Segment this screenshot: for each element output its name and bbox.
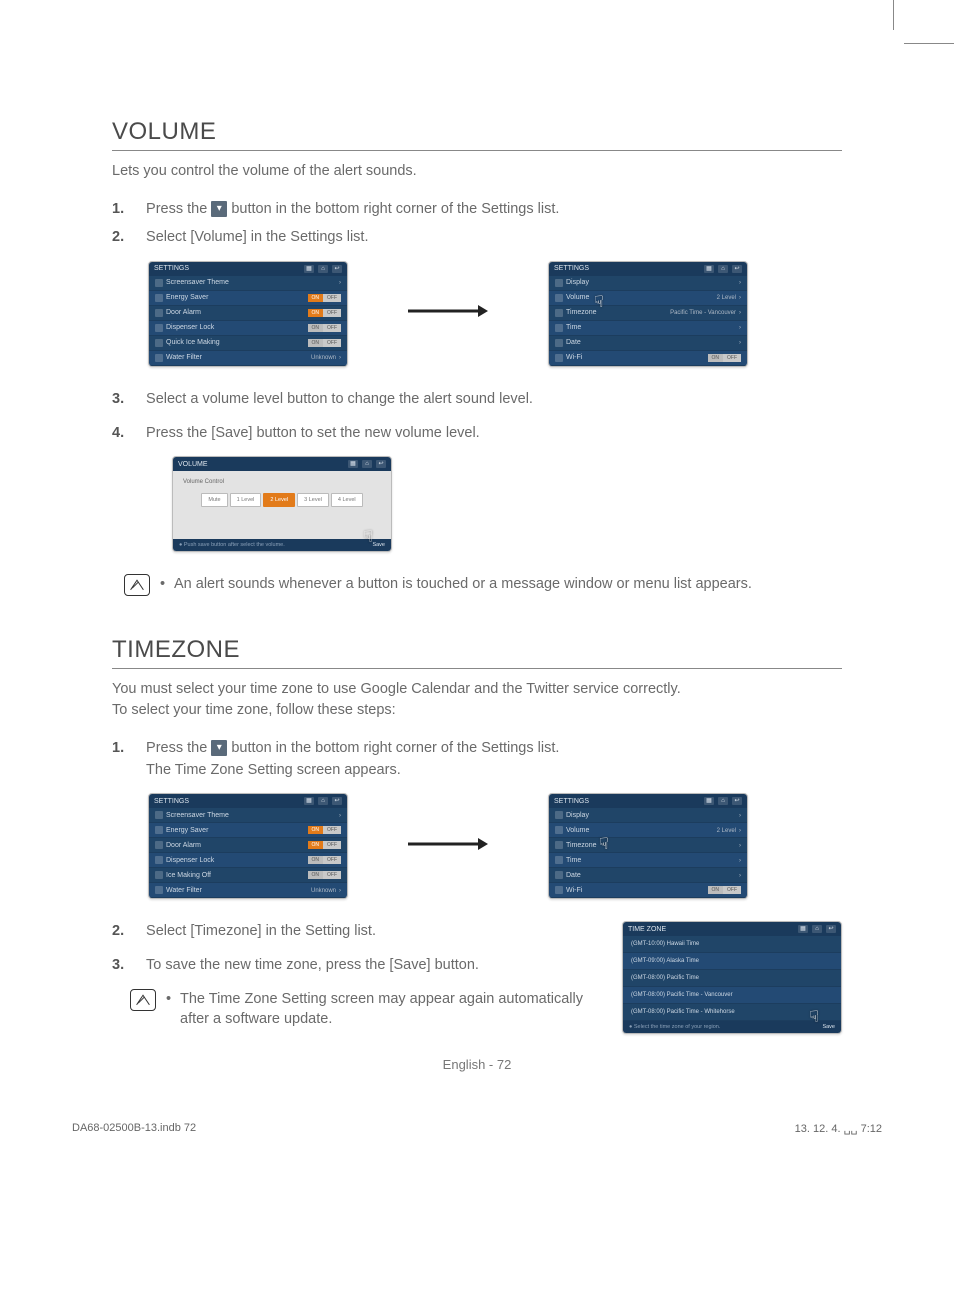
settings-screenshot-d: SETTINGS ▦⌂↩ Display›Volume2 Level›Timez…: [548, 793, 748, 899]
save-button[interactable]: Save: [372, 542, 385, 548]
step-1: 1. Press the ▾ button in the bottom righ…: [112, 199, 842, 221]
date-icon: [555, 339, 563, 347]
step-3: 3. Select a volume level button to chang…: [112, 389, 842, 411]
ice-icon: [155, 871, 163, 879]
settings-row[interactable]: Timezone›: [549, 838, 747, 853]
home-icon: ⌂: [318, 265, 328, 273]
page-footer: English - 72: [112, 1057, 842, 1072]
display-icon: [555, 811, 563, 819]
volume-icon: [555, 294, 563, 302]
settings-row[interactable]: Energy SaverONOFF: [149, 823, 347, 838]
volume-screenshot: VOLUME ▦⌂↩ Volume Control Mute1 Level2 L…: [172, 456, 392, 552]
doc-filename: DA68-02500B-13.indb 72: [72, 1122, 196, 1135]
arrow-right-icon: [388, 836, 508, 857]
volume-icon: [555, 826, 563, 834]
timezone-screenshot: TIME ZONE ▦⌂↩ (GMT-10:00) Hawaii Time(GM…: [622, 921, 842, 1034]
settings-row[interactable]: Volume2 Level›: [549, 291, 747, 306]
settings-row[interactable]: TimezonePacific Time - Vancouver›: [549, 306, 747, 321]
screensaver-icon: [155, 811, 163, 819]
timezone-option[interactable]: (GMT-08:00) Pacific Time - Whitehorse: [623, 1004, 841, 1021]
lock-icon: [155, 324, 163, 332]
settings-row[interactable]: Screensaver Theme›: [149, 808, 347, 823]
settings-row[interactable]: Date›: [549, 868, 747, 883]
settings-screenshot-b: SETTINGS ▦⌂↩ Display›Volume2 Level›Timez…: [548, 261, 748, 367]
settings-row[interactable]: Door AlarmONOFF: [149, 306, 347, 321]
doc-timestamp: 13. 12. 4. ␣␣ 7:12: [795, 1122, 882, 1135]
filter-icon: [155, 886, 163, 894]
note-icon: [130, 989, 156, 1011]
volume-intro: Lets you control the volume of the alert…: [112, 161, 842, 181]
door-icon: [155, 841, 163, 849]
volume-heading: VOLUME: [112, 118, 842, 146]
clock-icon: [555, 324, 563, 332]
step-4: 4. Press the [Save] button to set the ne…: [112, 423, 842, 445]
back-icon: ↩: [332, 265, 342, 273]
ice-icon: [155, 339, 163, 347]
tz-step-2: 2. Select [Timezone] in the Setting list…: [112, 921, 592, 943]
settings-row[interactable]: Date›: [549, 336, 747, 351]
settings-row[interactable]: Screensaver Theme›: [149, 276, 347, 291]
settings-row[interactable]: Time›: [549, 321, 747, 336]
wifi-icon: [555, 354, 563, 362]
volume-note: An alert sounds whenever a button is tou…: [160, 574, 752, 594]
settings-row[interactable]: Display›: [549, 808, 747, 823]
energy-icon: [155, 826, 163, 834]
timezone-note: The Time Zone Setting screen may appear …: [166, 989, 592, 1030]
globe-icon: [555, 309, 563, 317]
tz-step-3: 3. To save the new time zone, press the …: [112, 955, 592, 977]
settings-row[interactable]: Dispenser LockONOFF: [149, 321, 347, 336]
door-icon: [155, 309, 163, 317]
filter-icon: [155, 354, 163, 362]
note-icon: [124, 574, 150, 596]
settings-screenshot-c: SETTINGS ▦⌂↩ Screensaver Theme›Energy Sa…: [148, 793, 348, 899]
settings-row[interactable]: Wi-FiONOFF: [549, 883, 747, 898]
settings-row[interactable]: Dispenser LockONOFF: [149, 853, 347, 868]
settings-row[interactable]: Quick Ice MakingONOFF: [149, 336, 347, 351]
settings-row[interactable]: Wi-FiONOFF: [549, 351, 747, 366]
chevron-down-icon: ▾: [211, 740, 227, 756]
settings-row[interactable]: Door AlarmONOFF: [149, 838, 347, 853]
wifi-icon: [555, 886, 563, 894]
screensaver-icon: [155, 279, 163, 287]
clock-icon: [555, 856, 563, 864]
timezone-option[interactable]: (GMT-08:00) Pacific Time: [623, 970, 841, 987]
timezone-option[interactable]: (GMT-09:00) Alaska Time: [623, 953, 841, 970]
timezone-option[interactable]: (GMT-10:00) Hawaii Time: [623, 936, 841, 953]
settings-row[interactable]: Time›: [549, 853, 747, 868]
settings-row[interactable]: Ice Making OffONOFF: [149, 868, 347, 883]
settings-row[interactable]: Energy SaverONOFF: [149, 291, 347, 306]
timezone-option[interactable]: (GMT-08:00) Pacific Time - Vancouver: [623, 987, 841, 1004]
volume-level-button[interactable]: 4 Level: [331, 493, 363, 507]
chevron-down-icon: ▾: [211, 201, 227, 217]
tz-step-1: 1. Press the ▾ button in the bottom righ…: [112, 738, 842, 782]
step-2: 2. Select [Volume] in the Settings list.: [112, 227, 842, 249]
volume-level-button[interactable]: 2 Level: [263, 493, 295, 507]
settings-row[interactable]: Water FilterUnknown›: [149, 883, 347, 898]
lock-icon: [155, 856, 163, 864]
volume-level-button[interactable]: Mute: [201, 493, 227, 507]
settings-row[interactable]: Water FilterUnknown›: [149, 351, 347, 366]
arrow-right-icon: [388, 303, 508, 324]
settings-row[interactable]: Volume2 Level›: [549, 823, 747, 838]
volume-level-button[interactable]: 3 Level: [297, 493, 329, 507]
display-icon: [555, 279, 563, 287]
settings-row[interactable]: Display›: [549, 276, 747, 291]
save-icon: ▦: [304, 265, 314, 273]
energy-icon: [155, 294, 163, 302]
timezone-heading: TIMEZONE: [112, 636, 842, 664]
save-button[interactable]: Save: [822, 1024, 835, 1030]
timezone-intro: You must select your time zone to use Go…: [112, 679, 842, 720]
volume-level-button[interactable]: 1 Level: [230, 493, 262, 507]
settings-screenshot-a: SETTINGS ▦⌂↩ Screensaver Theme›Energy Sa…: [148, 261, 348, 367]
date-icon: [555, 871, 563, 879]
globe-icon: [555, 841, 563, 849]
